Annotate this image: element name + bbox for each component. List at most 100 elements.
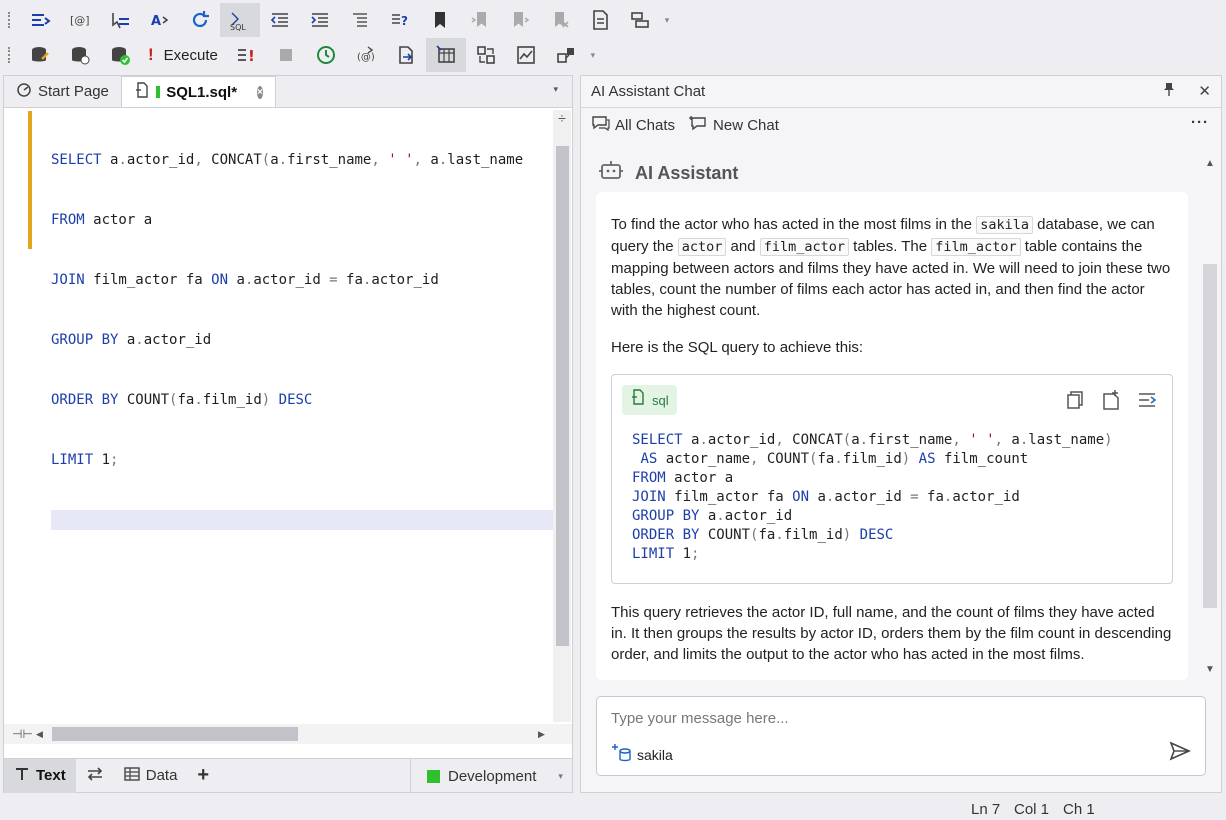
bookmark-prev-icon[interactable] xyxy=(460,3,500,37)
grid-view-icon[interactable] xyxy=(425,38,466,72)
chat-message-input[interactable] xyxy=(611,707,1171,729)
editor-vertical-scrollbar[interactable] xyxy=(553,110,571,722)
inline-code: film_actor xyxy=(931,238,1021,256)
status-bar: Ln 7 Col 1 Ch 1 xyxy=(0,800,1226,820)
execute-icon: ! xyxy=(148,45,154,64)
layout-icon[interactable] xyxy=(620,3,660,37)
parameter-icon[interactable]: [@] xyxy=(60,3,100,37)
help-format-icon[interactable]: ? xyxy=(380,3,420,37)
more-options-icon[interactable]: ··· xyxy=(1191,114,1209,131)
replace-in-editor-icon[interactable] xyxy=(1136,389,1158,417)
editor-bottom-bar: Text Data + Development ▾ xyxy=(4,758,572,793)
database-check-icon[interactable] xyxy=(100,38,140,72)
data-view-button[interactable]: Data xyxy=(114,759,188,793)
database-connect-icon[interactable] xyxy=(60,38,100,72)
column-indicator: Col 1 xyxy=(1014,801,1050,818)
svg-text:[@]: [@] xyxy=(70,14,90,27)
plus-icon: + xyxy=(197,764,210,786)
start-page-icon xyxy=(16,82,32,102)
database-icon[interactable] xyxy=(20,38,60,72)
svg-text:A: A xyxy=(151,14,161,29)
chat-title: AI Assistant Chat xyxy=(591,83,706,100)
split-horizontal-icon[interactable]: ⊣⊢ xyxy=(12,727,33,741)
sql-editor-pane: Start Page SQL1.sql* × ▾ SELECT a.actor_… xyxy=(3,75,573,793)
refresh-icon[interactable] xyxy=(180,3,220,37)
tabs-dropdown-icon[interactable]: ▾ xyxy=(553,84,558,95)
execute-button[interactable]: ! Execute xyxy=(140,38,226,72)
svg-text:SQL: SQL xyxy=(230,23,246,31)
main-toolbar: [@] A SQL ? ▾ xyxy=(0,3,1226,37)
environment-selector[interactable]: Development ▾ xyxy=(410,759,572,793)
document-tabs: Start Page SQL1.sql* × ▾ xyxy=(4,76,572,108)
chat-vertical-scrollbar[interactable]: ▲ ▼ xyxy=(1201,156,1219,676)
tab-sql1[interactable]: SQL1.sql* × xyxy=(120,76,276,107)
font-case-icon[interactable]: A xyxy=(140,3,180,37)
message-paragraph: To find the actor who has acted in the m… xyxy=(611,216,1171,319)
split-icon[interactable]: ÷ xyxy=(553,110,571,126)
scroll-thumb[interactable] xyxy=(1203,264,1217,608)
pivot-icon[interactable] xyxy=(466,38,506,72)
code-block: sql SELECT a.actor_id, CONCAT(a.first_na… xyxy=(611,374,1173,584)
comment-icon[interactable] xyxy=(20,3,60,37)
copy-icon[interactable] xyxy=(1064,389,1086,417)
svg-text:(@): (@) xyxy=(357,52,375,63)
chart-icon[interactable] xyxy=(506,38,546,72)
swap-view-button[interactable] xyxy=(76,759,114,793)
bookmark-icon[interactable] xyxy=(420,3,460,37)
toolbar-overflow-icon[interactable]: ▾ xyxy=(586,38,600,72)
scroll-thumb[interactable] xyxy=(556,146,569,646)
scroll-up-icon[interactable]: ▲ xyxy=(1205,158,1215,169)
text-view-icon xyxy=(14,766,30,786)
history-icon[interactable] xyxy=(306,38,346,72)
code-line: JOIN film_actor fa ON a.actor_id = fa.ac… xyxy=(632,489,1020,505)
inline-code: film_actor xyxy=(759,238,850,256)
editor-horizontal-scrollbar[interactable]: ⊣⊢ ◀ ▶ xyxy=(4,724,572,744)
new-chat-button[interactable]: New Chat xyxy=(689,115,779,135)
scroll-right-icon[interactable]: ▶ xyxy=(538,729,545,740)
code-line: SELECT a.actor_id, CONCAT(a.first_name, … xyxy=(51,152,524,168)
code-line: ORDER BY COUNT(fa.film_id) DESC xyxy=(51,392,313,408)
bookmark-clear-icon[interactable] xyxy=(540,3,580,37)
code-line: FROM actor a xyxy=(51,212,153,228)
execute-statement-icon[interactable]: ! xyxy=(226,38,266,72)
database-context-tag[interactable]: sakila xyxy=(611,743,673,766)
select-cursor-icon[interactable] xyxy=(100,3,140,37)
modified-lines-marker xyxy=(28,111,32,249)
code-line: JOIN film_actor fa ON a.actor_id = fa.ac… xyxy=(51,272,439,288)
align-icon[interactable] xyxy=(340,3,380,37)
send-icon[interactable] xyxy=(1169,741,1191,765)
outdent-icon[interactable] xyxy=(260,3,300,37)
line-indicator: Ln 7 xyxy=(971,801,1001,818)
code-line: ORDER BY COUNT(fa.film_id) DESC xyxy=(632,527,894,543)
indent-icon[interactable] xyxy=(300,3,340,37)
scroll-thumb[interactable] xyxy=(52,727,298,741)
scroll-down-icon[interactable]: ▼ xyxy=(1205,664,1215,675)
execution-plan-icon[interactable] xyxy=(546,38,586,72)
stop-icon[interactable] xyxy=(266,38,306,72)
language-badge: sql xyxy=(622,385,677,415)
close-icon[interactable]: ✕ xyxy=(1198,82,1211,100)
scroll-left-icon[interactable]: ◀ xyxy=(36,729,43,740)
query-parameters-icon[interactable]: (@) xyxy=(346,38,386,72)
chevron-down-icon: ▾ xyxy=(558,770,563,781)
inline-code: sakila xyxy=(976,216,1033,234)
execute-toolbar: ! Execute ! (@) ▾ xyxy=(0,38,1226,72)
toolbar-grip[interactable] xyxy=(8,47,12,63)
insert-to-editor-icon[interactable] xyxy=(1100,389,1122,417)
all-chats-button[interactable]: All Chats xyxy=(591,115,675,135)
code-line: GROUP BY a.actor_id xyxy=(632,508,793,524)
chat-header: AI Assistant Chat ✕ xyxy=(581,76,1221,108)
bookmark-next-icon[interactable] xyxy=(500,3,540,37)
tab-start-page[interactable]: Start Page xyxy=(4,76,121,107)
pin-icon[interactable] xyxy=(1163,82,1175,100)
text-view-button[interactable]: Text xyxy=(4,758,76,793)
export-icon[interactable] xyxy=(386,38,426,72)
document-icon[interactable] xyxy=(580,3,620,37)
add-view-button[interactable]: + xyxy=(187,759,219,793)
toolbar-overflow-icon[interactable]: ▾ xyxy=(660,3,674,37)
toolbar-grip[interactable] xyxy=(8,12,12,28)
sql-format-icon[interactable]: SQL xyxy=(220,3,260,37)
svg-text:?: ? xyxy=(401,14,408,28)
close-tab-icon[interactable]: × xyxy=(257,85,263,99)
sql-code-editor[interactable]: SELECT a.actor_id, CONCAT(a.first_name, … xyxy=(51,110,553,720)
